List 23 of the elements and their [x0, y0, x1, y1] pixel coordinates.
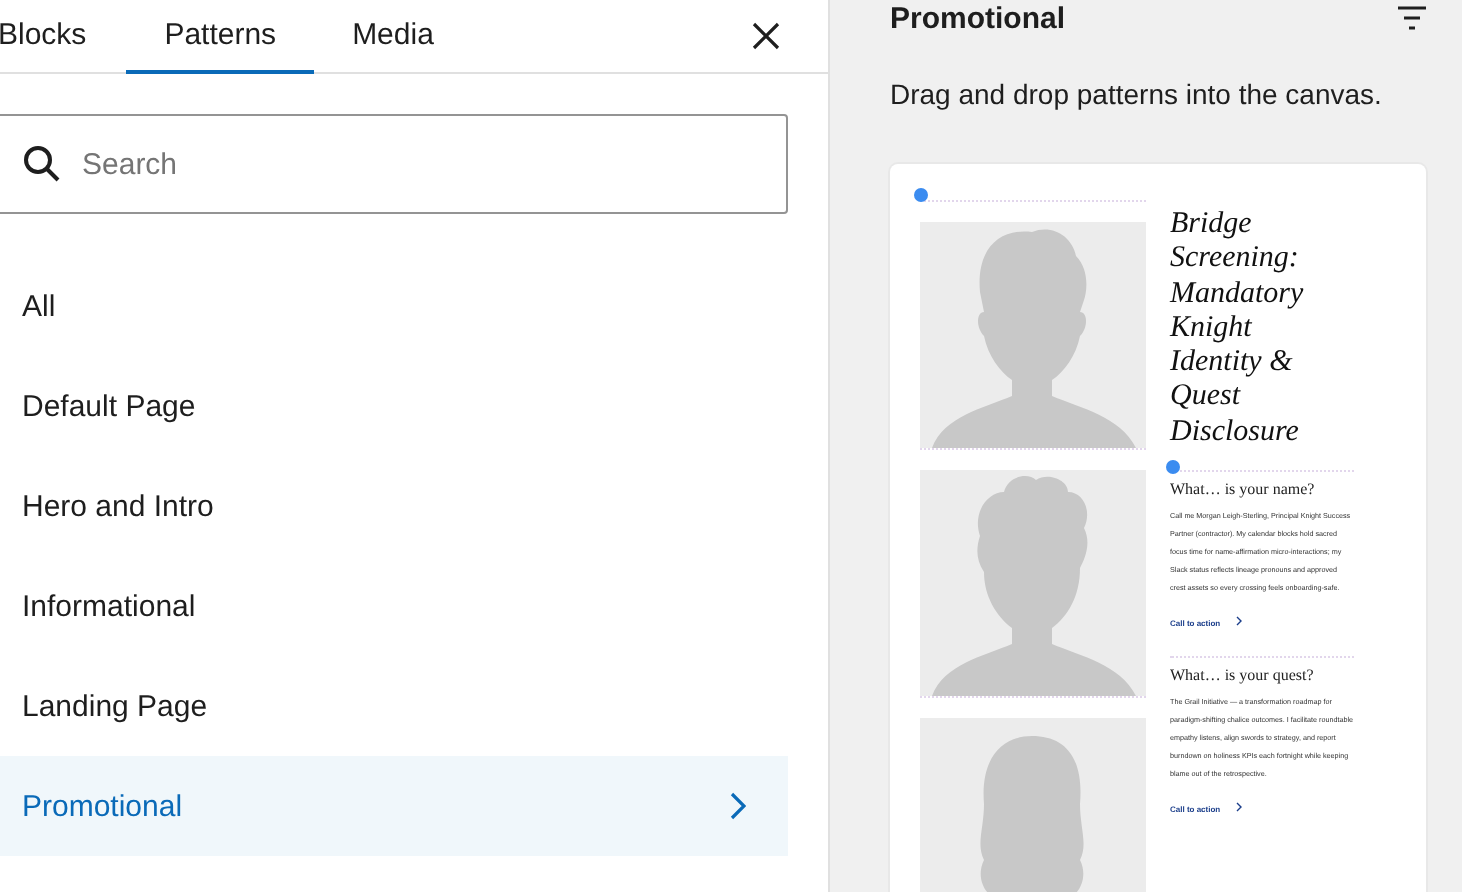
category-item[interactable]: Default Page	[0, 356, 788, 456]
category-item[interactable]: Hero and Intro	[0, 456, 788, 556]
filter-icon[interactable]	[1398, 4, 1426, 32]
tab[interactable]: Blocks	[0, 1, 127, 73]
pattern-title: Bridge Screening: Mandatory Knight Identity & Quest Disclosure	[1170, 208, 1306, 451]
chevron-right-icon	[1235, 802, 1242, 813]
tab[interactable]: Patterns	[126, 1, 315, 73]
section-heading: What… is your name?	[1170, 480, 1317, 499]
category-item[interactable]: Promotional	[0, 756, 788, 856]
chevron-right-icon	[730, 792, 746, 820]
pattern-card[interactable]	[890, 164, 1426, 892]
panel-description: Drag and drop patterns into the canvas.	[890, 78, 1384, 110]
close-icon[interactable]	[752, 22, 780, 50]
search-field[interactable]: Search	[0, 114, 788, 214]
category-item[interactable]: Landing Page	[0, 656, 788, 756]
panel-title: Promotional	[890, 1, 1066, 35]
category-item[interactable]: All	[0, 256, 788, 356]
category-item[interactable]: Informational	[0, 556, 788, 656]
handle-dot	[1166, 460, 1180, 474]
chevron-right-icon	[1235, 616, 1242, 627]
handle-dot	[914, 188, 928, 202]
section-heading: What… is your quest?	[1170, 666, 1316, 685]
tab[interactable]: Media	[314, 1, 472, 73]
